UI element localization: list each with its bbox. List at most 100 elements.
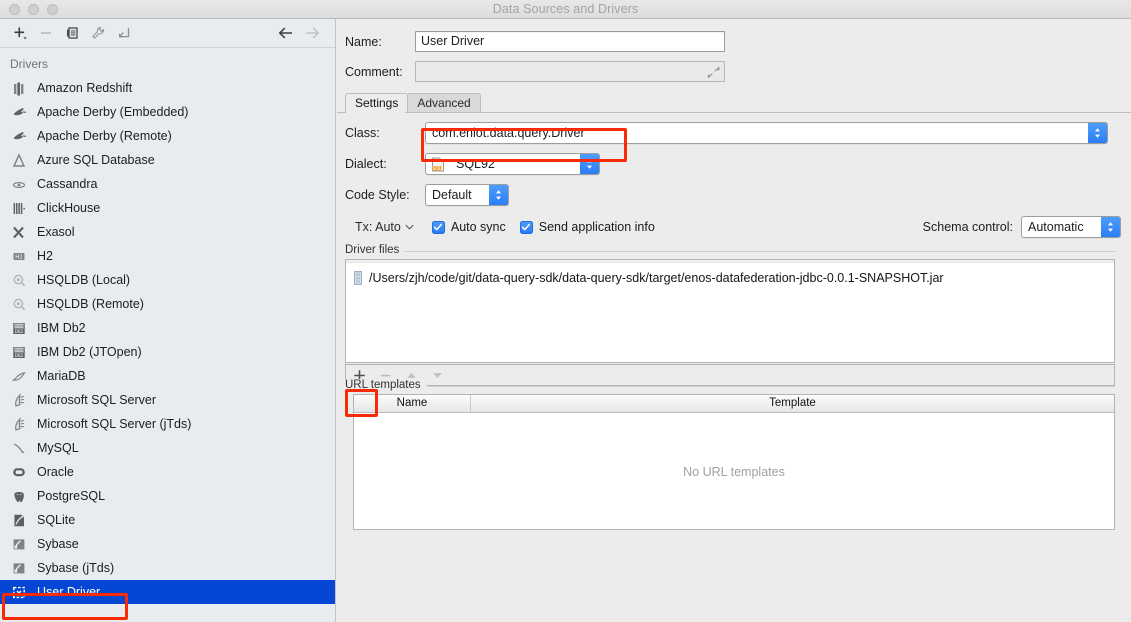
name-field-row: Name: User Driver <box>345 31 725 52</box>
sidebar-item-ibm-db2[interactable]: DB2 IBM Db2 <box>0 316 335 340</box>
duplicate-button[interactable] <box>59 22 85 44</box>
sidebar-item-hsqldb-remote[interactable]: HSQLDB (Remote) <box>0 292 335 316</box>
sidebar-item-oracle[interactable]: Oracle <box>0 460 335 484</box>
auto-sync-checkbox[interactable]: Auto sync <box>432 220 506 234</box>
forward-button <box>299 22 325 44</box>
sidebar-item-postgresql[interactable]: PostgreSQL <box>0 484 335 508</box>
add-button[interactable] <box>7 22 33 44</box>
tab-settings[interactable]: Settings <box>345 93 408 113</box>
group-divider <box>345 251 1115 252</box>
back-button[interactable] <box>273 22 299 44</box>
url-templates-empty-message: No URL templates <box>354 413 1114 530</box>
code-style-combobox[interactable]: Default <box>425 184 509 206</box>
dialect-combobox[interactable]: SQL SQL92 <box>425 153 600 175</box>
sqlite-icon <box>10 512 28 528</box>
wrench-icon[interactable] <box>85 22 111 44</box>
dialect-label: Dialect: <box>345 157 425 171</box>
sidebar-item-label: Cassandra <box>37 177 97 191</box>
sidebar-item-label: HSQLDB (Remote) <box>37 297 144 311</box>
comment-input[interactable] <box>415 61 725 82</box>
expand-icon[interactable] <box>707 66 720 82</box>
svg-text:SQL: SQL <box>433 166 442 172</box>
sidebar-item-label: IBM Db2 (JTOpen) <box>37 345 142 359</box>
sidebar-item-label: PostgreSQL <box>37 489 105 503</box>
chevron-updown-icon[interactable] <box>489 185 508 205</box>
remove-button <box>33 22 59 44</box>
sidebar-item-label: Microsoft SQL Server <box>37 393 156 407</box>
chevron-updown-icon[interactable] <box>1101 217 1120 237</box>
db2-icon: DB2 <box>10 344 28 360</box>
sidebar-item-mysql[interactable]: MySQL <box>0 436 335 460</box>
sidebar-item-mariadb[interactable]: MariaDB <box>0 364 335 388</box>
class-label: Class: <box>345 126 425 140</box>
sidebar-item-azure-sql-database[interactable]: Azure SQL Database <box>0 148 335 172</box>
import-arrow-icon[interactable] <box>111 22 137 44</box>
db2-icon: DB2 <box>10 320 28 336</box>
driver-detail-pane: Name: User Driver Comment: Settings Adva… <box>337 19 1131 622</box>
tab-advanced[interactable]: Advanced <box>407 93 480 113</box>
send-application-info-checkbox[interactable]: Send application info <box>520 220 655 234</box>
sidebar-item-label: Microsoft SQL Server (jTds) <box>37 417 191 431</box>
tx-mode-dropdown[interactable]: Tx: Auto <box>355 220 414 234</box>
chevron-updown-icon[interactable] <box>580 154 599 174</box>
chevron-down-icon <box>405 224 414 230</box>
settings-tabs: Settings Advanced <box>345 91 1131 113</box>
svg-text:H2: H2 <box>15 254 22 260</box>
schema-control-value: Automatic <box>1022 220 1101 234</box>
schema-control-group: Schema control: Automatic <box>923 216 1121 238</box>
schema-control-combobox[interactable]: Automatic <box>1021 216 1121 238</box>
sidebar-item-sqlite[interactable]: SQLite <box>0 508 335 532</box>
drivers-group-header: Drivers <box>0 48 335 76</box>
sidebar-item-clickhouse[interactable]: ClickHouse <box>0 196 335 220</box>
sybase-icon <box>10 536 28 552</box>
move-down-button <box>424 365 450 385</box>
sidebar-item-sybase-jtds[interactable]: Sybase (jTds) <box>0 556 335 580</box>
sidebar-item-exasol[interactable]: Exasol <box>0 220 335 244</box>
drivers-list: Amazon Redshift Apache Derby (Embedded) … <box>0 76 335 604</box>
redshift-icon <box>10 80 28 96</box>
driver-files-list[interactable]: /Users/zjh/code/git/data-query-sdk/data-… <box>345 259 1115 363</box>
column-header-template[interactable]: Template <box>471 395 1114 412</box>
clickhouse-icon <box>10 200 28 216</box>
window-title: Data Sources and Drivers <box>0 2 1131 16</box>
jar-file-icon <box>354 271 362 285</box>
window-titlebar: Data Sources and Drivers <box>0 0 1131 19</box>
svg-text:DB2: DB2 <box>15 353 24 358</box>
sidebar-item-microsoft-sql-server-jtds[interactable]: Microsoft SQL Server (jTds) <box>0 412 335 436</box>
class-combobox[interactable]: com.eniot.data.query.Driver <box>425 122 1108 144</box>
sybase-icon <box>10 560 28 576</box>
sidebar-item-apache-derby-embedded[interactable]: Apache Derby (Embedded) <box>0 100 335 124</box>
send-application-info-label: Send application info <box>539 220 655 234</box>
sidebar-item-label: Sybase <box>37 537 79 551</box>
svg-text:DB2: DB2 <box>15 329 24 334</box>
url-templates-table[interactable]: Name Template No URL templates <box>353 394 1115 530</box>
sidebar-item-label: IBM Db2 <box>37 321 86 335</box>
sidebar-item-sybase[interactable]: Sybase <box>0 532 335 556</box>
exasol-icon <box>10 224 28 240</box>
sidebar-item-ibm-db2-jtopen[interactable]: DB2 IBM Db2 (JTOpen) <box>0 340 335 364</box>
sidebar-item-h2[interactable]: H2 H2 <box>0 244 335 268</box>
sql-file-icon: SQL <box>431 157 445 172</box>
sidebar-item-microsoft-sql-server[interactable]: Microsoft SQL Server <box>0 388 335 412</box>
chevron-updown-icon[interactable] <box>1088 123 1107 143</box>
sidebar-item-label: H2 <box>37 249 53 263</box>
code-style-value: Default <box>426 188 489 202</box>
tabs-active-mask <box>346 112 405 113</box>
tabs-underline <box>337 112 1131 113</box>
sidebar-toolbar <box>0 19 335 48</box>
hsqldb-icon <box>10 296 28 312</box>
sidebar-item-label: Azure SQL Database <box>37 153 155 167</box>
class-value: com.eniot.data.query.Driver <box>426 126 1088 140</box>
sidebar-item-hsqldb-local[interactable]: HSQLDB (Local) <box>0 268 335 292</box>
sidebar-item-user-driver[interactable]: User Driver <box>0 580 335 604</box>
sidebar-item-cassandra[interactable]: Cassandra <box>0 172 335 196</box>
sidebar-item-label: Sybase (jTds) <box>37 561 114 575</box>
driver-file-row[interactable]: /Users/zjh/code/git/data-query-sdk/data-… <box>346 269 1114 287</box>
azure-icon <box>10 152 28 168</box>
column-header-name[interactable]: Name <box>354 395 471 412</box>
name-input[interactable]: User Driver <box>415 31 725 52</box>
sidebar-item-apache-derby-remote[interactable]: Apache Derby (Remote) <box>0 124 335 148</box>
sidebar-item-amazon-redshift[interactable]: Amazon Redshift <box>0 76 335 100</box>
sidebar-item-label: User Driver <box>37 585 100 599</box>
sidebar-item-label: HSQLDB (Local) <box>37 273 130 287</box>
